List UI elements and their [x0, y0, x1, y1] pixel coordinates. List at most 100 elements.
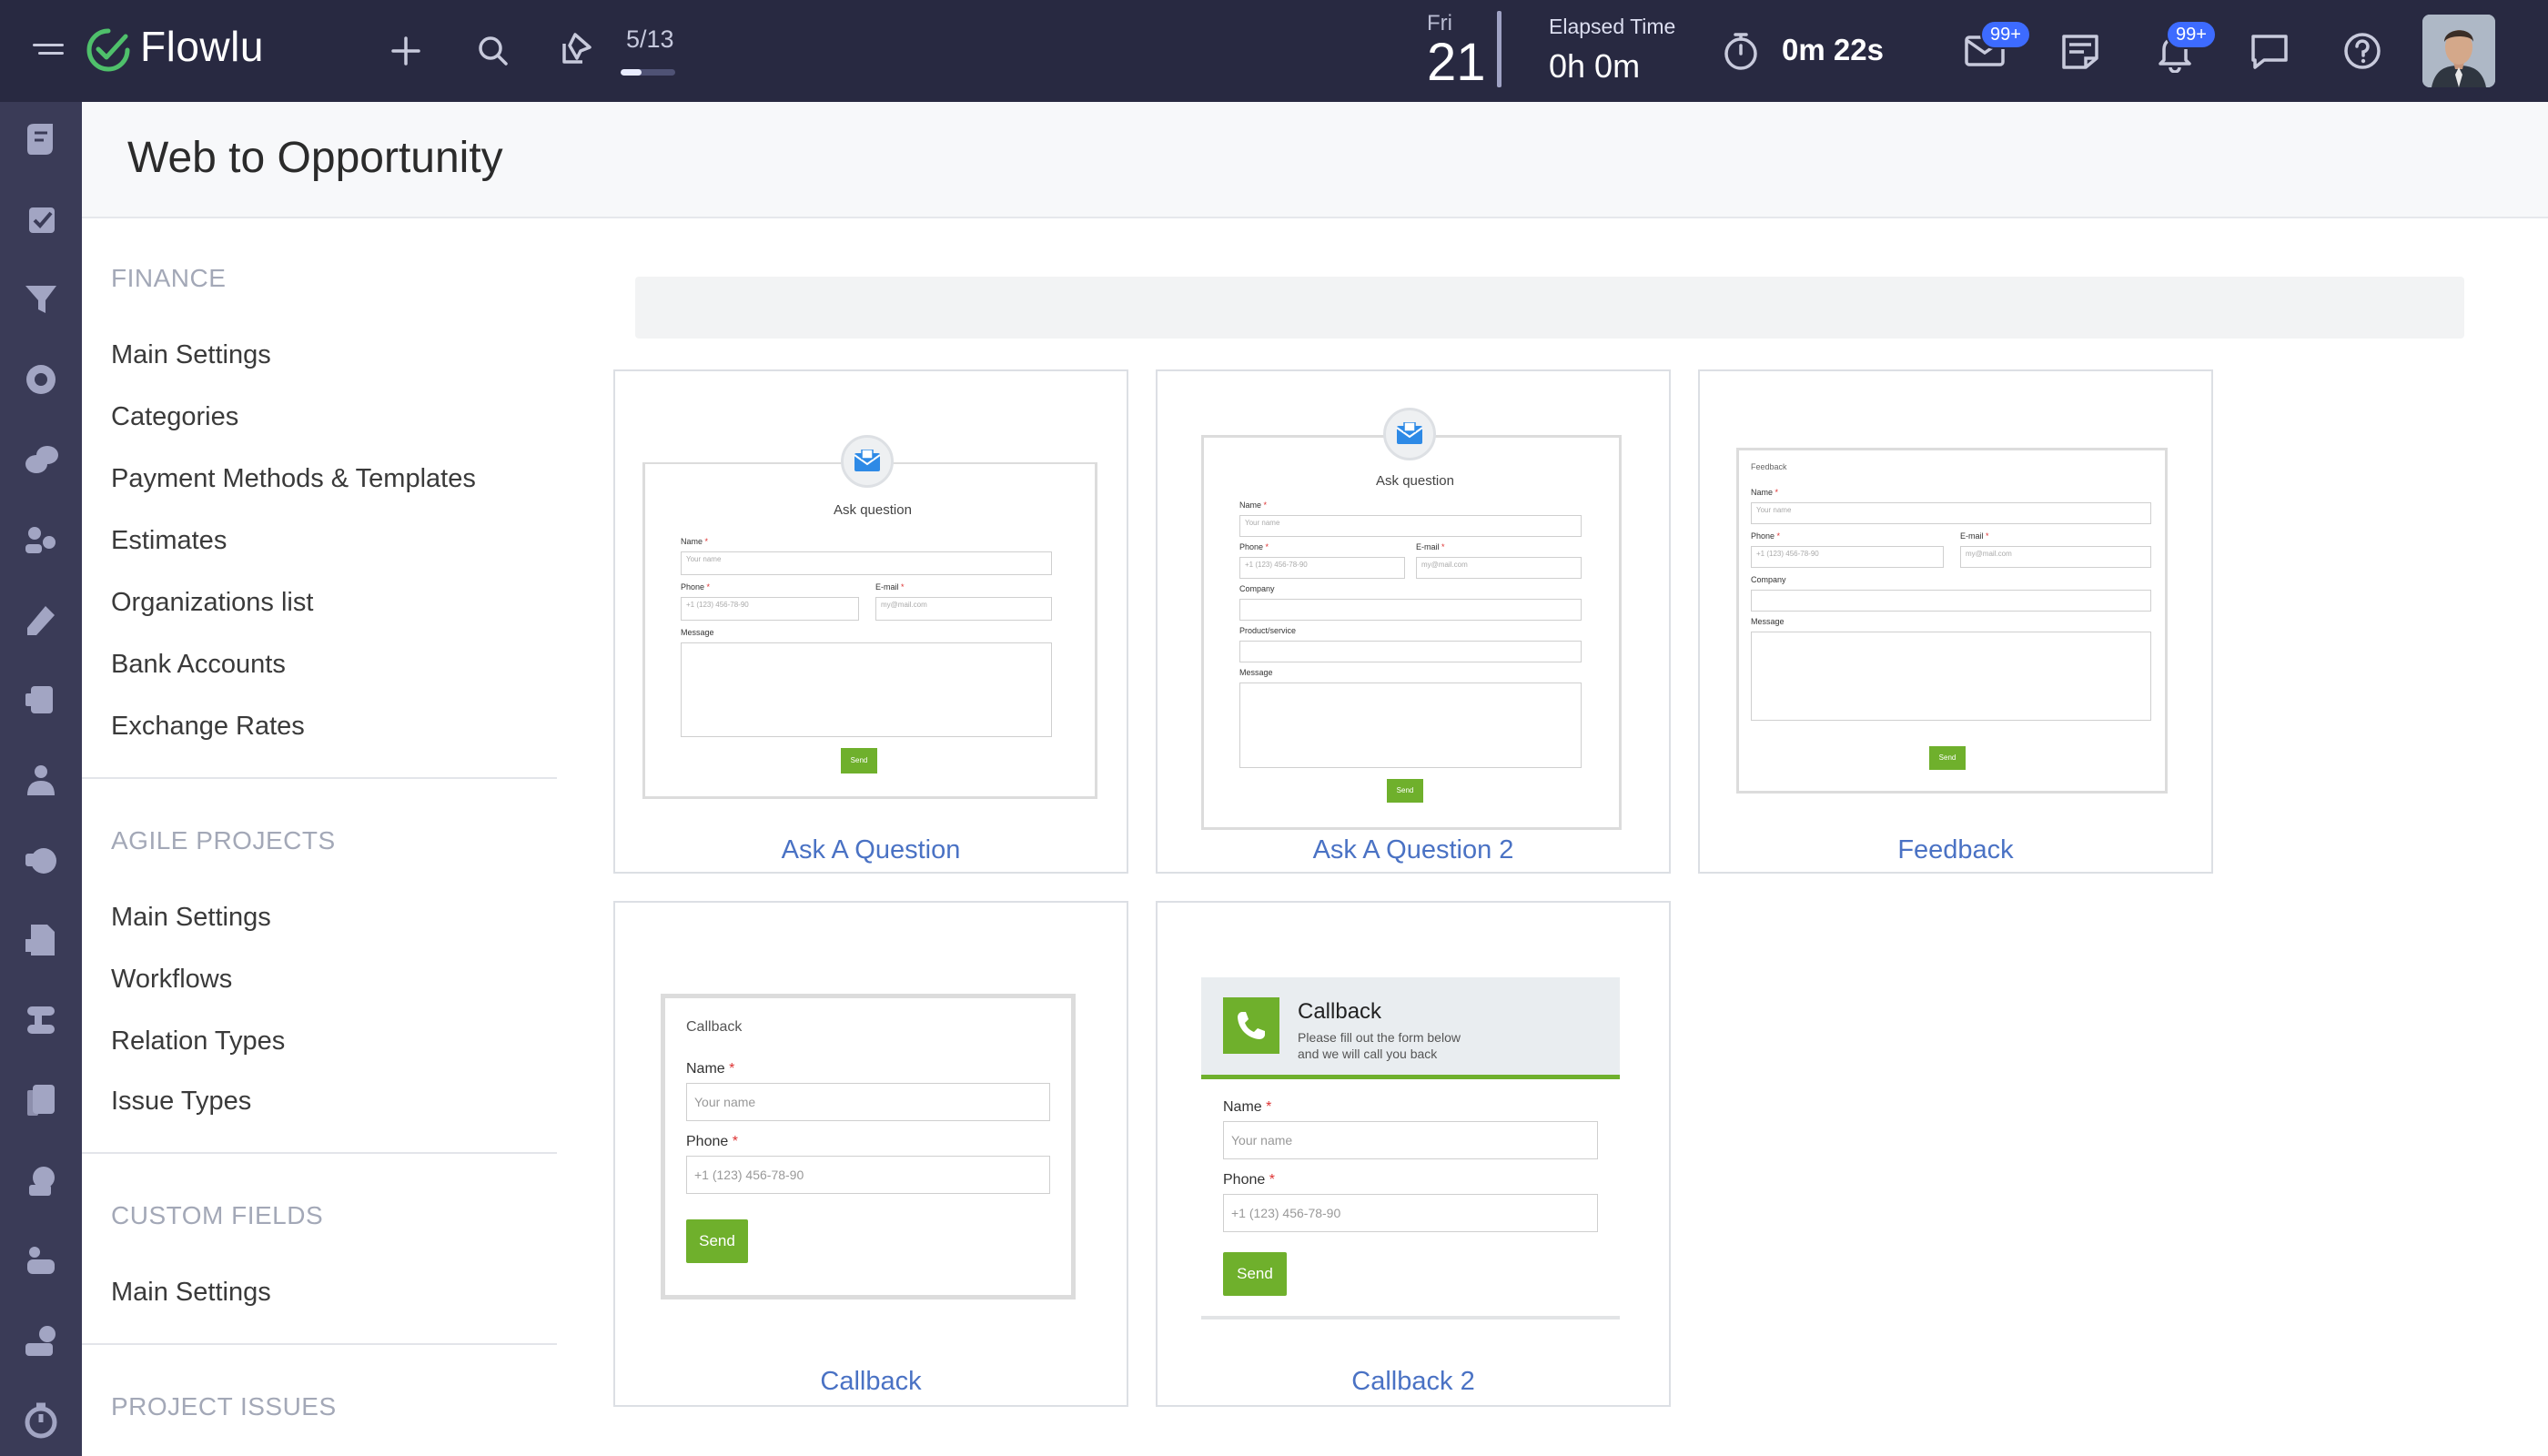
template-card-callback[interactable]: Callback Name * Your name Phone * +1 (12…	[613, 901, 1128, 1407]
form-preview: Ask question Name * Your name Phone * +1…	[615, 371, 1130, 875]
nav-section-agile-projects: AGILE PROJECTS	[111, 826, 336, 854]
preview-name-label: Name *	[1751, 488, 1779, 497]
knowledge-icon[interactable]	[22, 601, 60, 639]
nav-item-estimates[interactable]: Estimates	[111, 526, 227, 556]
docs-icon[interactable]	[22, 921, 60, 959]
marketplace-icon[interactable]	[22, 1161, 60, 1199]
nav-section-project-issues: PROJECT ISSUES	[111, 1392, 337, 1421]
nav-divider	[82, 1152, 557, 1154]
form-preview: Feedback Name * Your name Phone * +1 (12…	[1700, 371, 2215, 875]
logo-check-icon	[86, 28, 130, 72]
preview-name-field: Your name	[1239, 515, 1582, 537]
preview-message-field	[681, 642, 1052, 737]
logo[interactable]	[86, 27, 131, 77]
preview-phone-label: Phone *	[1751, 531, 1781, 541]
preview-subtitle-1: Please fill out the form below	[1298, 1030, 1461, 1045]
template-label[interactable]: Callback	[615, 1367, 1127, 1397]
template-card-ask-a-question[interactable]: Ask question Name * Your name Phone * +1…	[613, 369, 1128, 874]
preview-subtitle-2: and we will call you back	[1298, 1046, 1438, 1061]
counter-progress	[621, 69, 675, 76]
mail-icon	[841, 435, 894, 488]
settings-module-icon[interactable]	[22, 1321, 60, 1360]
menu-icon[interactable]	[33, 39, 66, 63]
form-preview: Ask question Name * Your name Phone * +1…	[1158, 371, 1673, 875]
top-bar: Flowlu 5/13 Fri 21 Elapsed Time 0h 0m 0m…	[0, 0, 2548, 102]
preview-phone-label: Phone *	[681, 582, 711, 592]
template-card-ask-a-question-2[interactable]: Ask question Name * Your name Phone * +1…	[1156, 369, 1671, 874]
preview-phone-label: Phone *	[1239, 542, 1269, 551]
nav-item-exchange-rates[interactable]: Exchange Rates	[111, 712, 305, 742]
crm-icon[interactable]	[22, 120, 60, 158]
nav-item-finance-main-settings[interactable]: Main Settings	[111, 340, 271, 370]
funnel-icon[interactable]	[22, 280, 60, 318]
team-icon[interactable]	[22, 521, 60, 559]
preview-message-field	[1751, 632, 2151, 721]
mail-module-icon[interactable]	[22, 841, 60, 879]
preview-phone-field: +1 (123) 456-78-90	[1223, 1194, 1598, 1232]
agile-icon[interactable]	[22, 1001, 60, 1039]
nav-item-organizations-list[interactable]: Organizations list	[111, 588, 313, 618]
help-icon[interactable]	[2342, 31, 2382, 71]
users-icon[interactable]	[22, 761, 60, 799]
page-title: Web to Opportunity	[127, 134, 503, 182]
preview-message-label: Message	[1239, 668, 1273, 677]
timer-value[interactable]: 0m 22s	[1782, 33, 1884, 67]
nav-item-custom-main-settings[interactable]: Main Settings	[111, 1278, 271, 1308]
support-icon[interactable]	[22, 360, 60, 399]
preview-title: Ask question	[834, 502, 912, 518]
nav-item-workflows[interactable]: Workflows	[111, 965, 232, 995]
preview-phone-field: +1 (123) 456-78-90	[1751, 546, 1944, 568]
template-card-callback-2[interactable]: Callback Please fill out the form below …	[1156, 901, 1671, 1407]
nav-item-issue-types[interactable]: Issue Types	[111, 1087, 251, 1117]
mail-icon	[1383, 408, 1436, 460]
avatar[interactable]	[2422, 15, 2495, 87]
nav-section-custom-fields: CUSTOM FIELDS	[111, 1201, 324, 1229]
preview-send-button: Send	[1223, 1252, 1287, 1296]
nav-item-bank-accounts[interactable]: Bank Accounts	[111, 650, 286, 680]
reports-icon[interactable]	[22, 1241, 60, 1279]
preview-company-field	[1751, 590, 2151, 612]
preview-name-label: Name *	[686, 1061, 735, 1077]
nav-item-agile-main-settings[interactable]: Main Settings	[111, 903, 271, 933]
chat-icon[interactable]	[2250, 33, 2290, 71]
preview-name-label: Name *	[1223, 1099, 1272, 1115]
form-preview: Callback Name * Your name Phone * +1 (12…	[615, 903, 1130, 1409]
preview-message-field	[1239, 682, 1582, 768]
preview-name-field: Your name	[681, 551, 1052, 575]
notes-icon[interactable]	[2060, 33, 2100, 71]
preview-email-label: E-mail *	[875, 582, 905, 592]
tasks-icon[interactable]	[22, 200, 60, 238]
elapsed-label: Elapsed Time	[1549, 15, 1676, 38]
nav-item-payment-methods[interactable]: Payment Methods & Templates	[111, 464, 476, 494]
preview-email-field: my@mail.com	[1416, 557, 1582, 579]
template-label[interactable]: Feedback	[1700, 835, 2211, 865]
preview-name-field: Your name	[1751, 502, 2151, 524]
page-header: Web to Opportunity	[82, 102, 2548, 218]
form-preview: Callback Please fill out the form below …	[1158, 903, 1673, 1409]
preview-title: Ask question	[1376, 473, 1454, 489]
pin-icon[interactable]	[557, 29, 597, 69]
plus-icon[interactable]	[389, 35, 422, 67]
preview-footer-line	[1201, 1316, 1620, 1320]
search-strip[interactable]	[635, 277, 2464, 339]
template-label[interactable]: Ask A Question 2	[1158, 835, 1669, 865]
preview-company-label: Company	[1239, 584, 1275, 593]
nav-item-relation-types[interactable]: Relation Types	[111, 1026, 285, 1057]
preview-email-label: E-mail *	[1960, 531, 1989, 541]
nav-item-categories[interactable]: Categories	[111, 402, 238, 432]
template-card-feedback[interactable]: Feedback Name * Your name Phone * +1 (12…	[1698, 369, 2213, 874]
template-label[interactable]: Ask A Question	[615, 835, 1127, 865]
template-label[interactable]: Callback 2	[1158, 1367, 1669, 1397]
stopwatch-icon[interactable]	[1722, 31, 1760, 71]
notes-module-icon[interactable]	[22, 1081, 60, 1119]
search-icon[interactable]	[477, 35, 510, 67]
elapsed-value: 0h 0m	[1549, 47, 1641, 85]
module-rail	[0, 102, 82, 1456]
finance-icon[interactable]	[22, 440, 60, 479]
day-number: 21	[1427, 33, 1486, 92]
preview-send-button: Send	[841, 748, 877, 774]
preview-email-field: my@mail.com	[1960, 546, 2151, 568]
phone-icon	[1223, 997, 1279, 1054]
projects-icon[interactable]	[22, 681, 60, 719]
timer-module-icon[interactable]	[22, 1401, 60, 1440]
